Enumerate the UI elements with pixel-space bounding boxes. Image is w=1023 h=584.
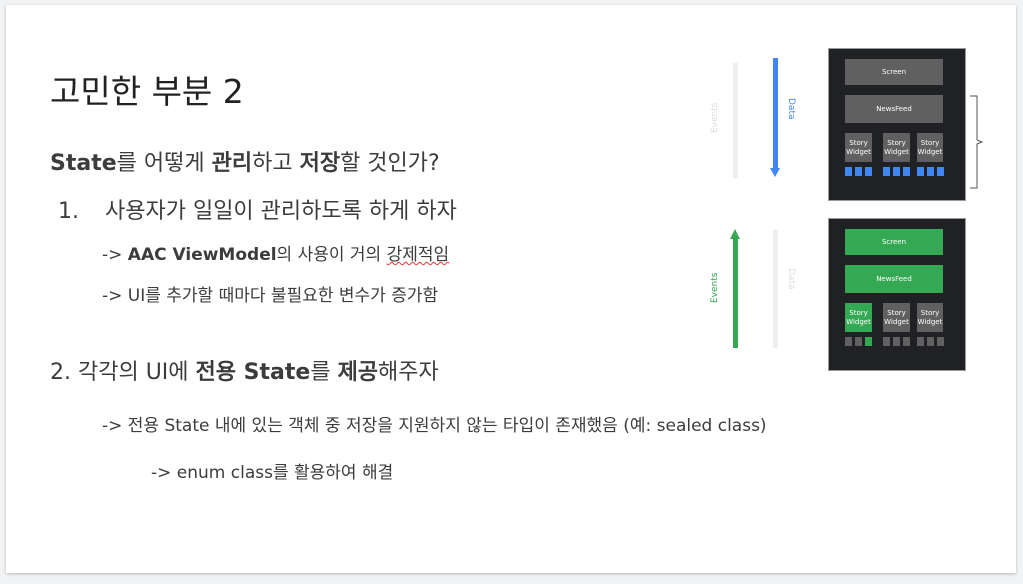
state-dot [845,337,852,346]
state-dot [865,167,872,176]
slide: 고민한 부분 2 State를 어떻게 관리하고 저장할 것인가? 1. 사용자가… [6,5,1016,573]
list-item-2-sub-1: -> 전용 State 내에 있는 객체 중 저장을 지원하지 않는 타입이 존… [102,416,767,436]
state-dot [937,337,944,346]
events-arrow [733,238,738,348]
story-widget-block: Story Widget [845,133,872,162]
brace-icon [970,95,984,189]
events-arrow-head [730,229,740,239]
events-label-inactive: Events [710,102,720,133]
data-label: Data [786,98,796,120]
state-dot [927,167,934,176]
story-widget-block: Story Widget [883,133,910,162]
data-arrow [773,58,778,170]
ui-tree-panel-events: Screen NewsFeed Story Widget Story Widge… [828,218,966,371]
newsfeed-block: NewsFeed [845,265,943,293]
story-widget-block: Story Widget [917,133,943,162]
state-dot [937,167,944,176]
state-dot [845,167,852,176]
list-item-2-sub-2: -> enum class를 활용하여 해결 [151,463,394,483]
events-label: Events [710,272,720,303]
state-dot [917,167,924,176]
state-dot [883,167,890,176]
ui-tree-panel-data: Screen NewsFeed Story Widget Story Widge… [828,48,966,201]
state-dot [855,337,862,346]
state-dot [903,337,910,346]
list-item-1-sub-1: -> AAC ViewModel의 사용이 거의 강제적임 [102,245,450,265]
list-item-2: 2. 각각의 UI에 전용 State를 제공해주자 [50,360,439,385]
state-dot [917,337,924,346]
screen-block: Screen [845,59,943,85]
state-dot-active [865,337,872,346]
events-arrow-inactive [733,63,738,178]
list-item-1: 1. 사용자가 일일이 관리하도록 하게 하자 [58,199,457,224]
story-widget-block: Story Widget [883,303,910,332]
story-widget-block: Story Widget [845,303,872,332]
state-dot [855,167,862,176]
data-label-inactive: Data [786,268,796,290]
question-heading: State를 어떻게 관리하고 저장할 것인가? [50,151,440,176]
spellcheck-underline: 강제적임 [386,245,450,265]
state-dot [883,337,890,346]
list-item-1-sub-2: -> UI를 추가할 때마다 불필요한 변수가 증가함 [102,286,439,306]
story-widget-block: Story Widget [917,303,943,332]
data-arrow-head [770,168,780,177]
state-dot [893,167,900,176]
screen-block: Screen [845,229,943,255]
newsfeed-block: NewsFeed [845,95,943,123]
state-dot [903,167,910,176]
data-arrow-inactive [773,230,778,348]
state-dot [893,337,900,346]
state-dot [927,337,934,346]
slide-title: 고민한 부분 2 [50,72,244,111]
